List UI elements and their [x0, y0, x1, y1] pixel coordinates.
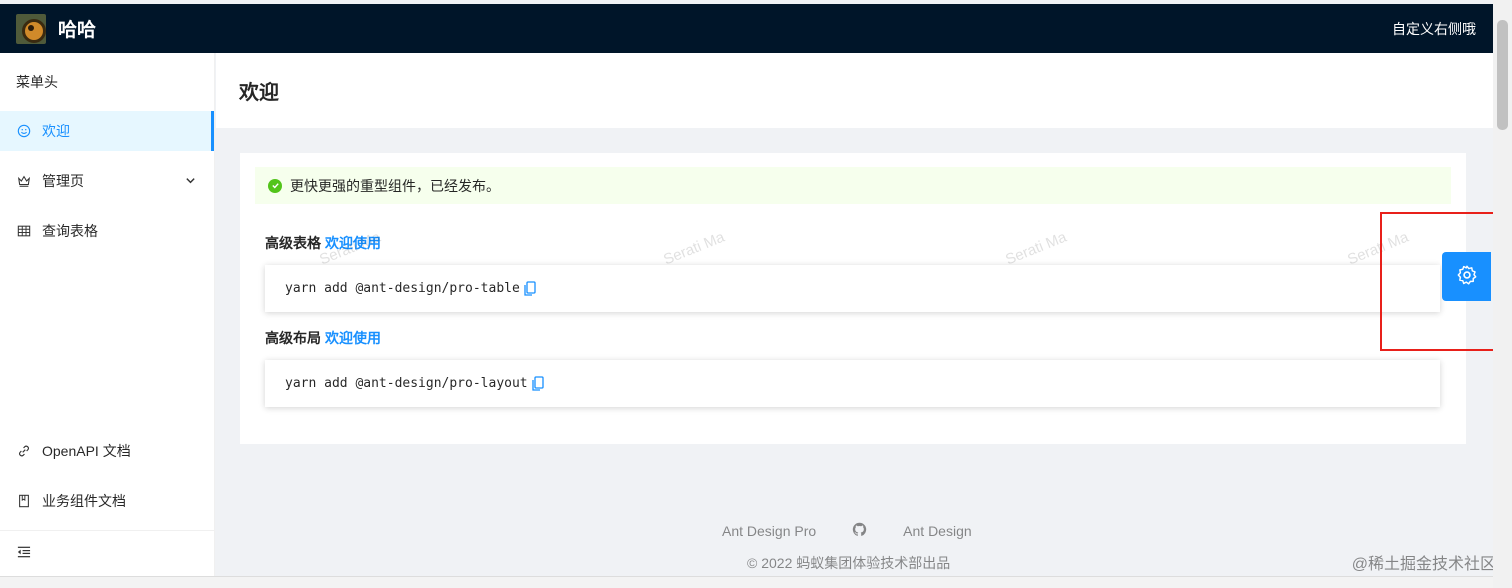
book-icon	[16, 493, 32, 509]
scrollbar[interactable]	[1493, 0, 1512, 588]
code-block-pro-layout: yarn add @ant-design/pro-layout	[265, 360, 1440, 407]
sidebar-bottom-links: OpenAPI 文档 业务组件文档	[0, 431, 214, 531]
section-title-text: 高级表格	[265, 235, 321, 251]
copy-icon[interactable]	[531, 376, 544, 391]
page-title: 欢迎	[239, 82, 279, 104]
code-text: yarn add @ant-design/pro-layout	[285, 376, 528, 391]
collapse-toggle[interactable]	[0, 530, 214, 576]
welcome-card: 更快更强的重型组件，已经发布。 高级表格 欢迎使用 yarn add @ant-d…	[240, 153, 1466, 444]
code-block-pro-table: yarn add @ant-design/pro-table	[265, 265, 1440, 312]
copy-icon[interactable]	[524, 281, 536, 296]
top-header: 哈哈 自定义右侧哦	[0, 4, 1493, 53]
sidebar-link-openapi[interactable]: OpenAPI 文档	[0, 431, 214, 471]
sidebar-item-label: OpenAPI 文档	[42, 443, 131, 459]
sidebar-item-admin[interactable]: 管理页	[0, 161, 214, 201]
alert-message: 更快更强的重型组件，已经发布。	[290, 177, 500, 194]
github-icon[interactable]	[852, 522, 867, 540]
section-title-pro-table: 高级表格 欢迎使用	[265, 233, 381, 253]
footer-link-ant-design-pro[interactable]: Ant Design Pro	[722, 523, 816, 539]
smile-icon	[16, 123, 32, 139]
scrollbar-thumb[interactable]	[1497, 20, 1508, 130]
welcome-use-link[interactable]: 欢迎使用	[325, 330, 381, 346]
site-watermark: @稀土掘金技术社区	[1351, 556, 1496, 573]
sidebar-item-label: 管理页	[42, 173, 84, 189]
check-circle-icon	[268, 178, 282, 193]
sidebar-item-table[interactable]: 查询表格	[0, 211, 214, 251]
menu-fold-icon	[16, 545, 31, 562]
menu-header: 菜单头	[16, 74, 58, 90]
page-header: 欢迎	[216, 53, 1493, 128]
section-title-text: 高级布局	[265, 330, 321, 346]
table-icon	[16, 223, 32, 239]
sidebar-item-label: 欢迎	[42, 123, 70, 139]
logo	[16, 13, 46, 44]
chevron-down-icon	[185, 173, 196, 189]
copyright: © 2022 蚂蚁集团体验技术部出品	[747, 555, 951, 571]
sidebar-link-components[interactable]: 业务组件文档	[0, 481, 214, 521]
sidebar-item-welcome[interactable]: 欢迎	[0, 111, 214, 151]
success-alert: 更快更强的重型组件，已经发布。	[255, 167, 1451, 204]
code-text: yarn add @ant-design/pro-table	[285, 281, 520, 296]
welcome-use-link[interactable]: 欢迎使用	[325, 235, 381, 251]
footer-links: Ant Design Pro Ant Design	[722, 522, 972, 540]
link-icon	[16, 443, 32, 459]
annotation-highlight-box	[1380, 212, 1496, 351]
brand[interactable]: 哈哈	[16, 13, 97, 44]
sidebar: 菜单头 欢迎 管理页 查询表格 OpenAPI 文档 业务组件文档	[0, 53, 215, 588]
bottom-toolbar-strip	[0, 576, 1493, 588]
section-title-pro-layout: 高级布局 欢迎使用	[265, 328, 381, 348]
sidebar-item-label: 查询表格	[42, 223, 98, 239]
app-title: 哈哈	[58, 20, 97, 41]
footer-link-ant-design[interactable]: Ant Design	[903, 523, 971, 539]
header-right-content: 自定义右侧哦	[1392, 20, 1476, 37]
crown-icon	[16, 173, 32, 189]
sidebar-item-label: 业务组件文档	[42, 493, 126, 509]
